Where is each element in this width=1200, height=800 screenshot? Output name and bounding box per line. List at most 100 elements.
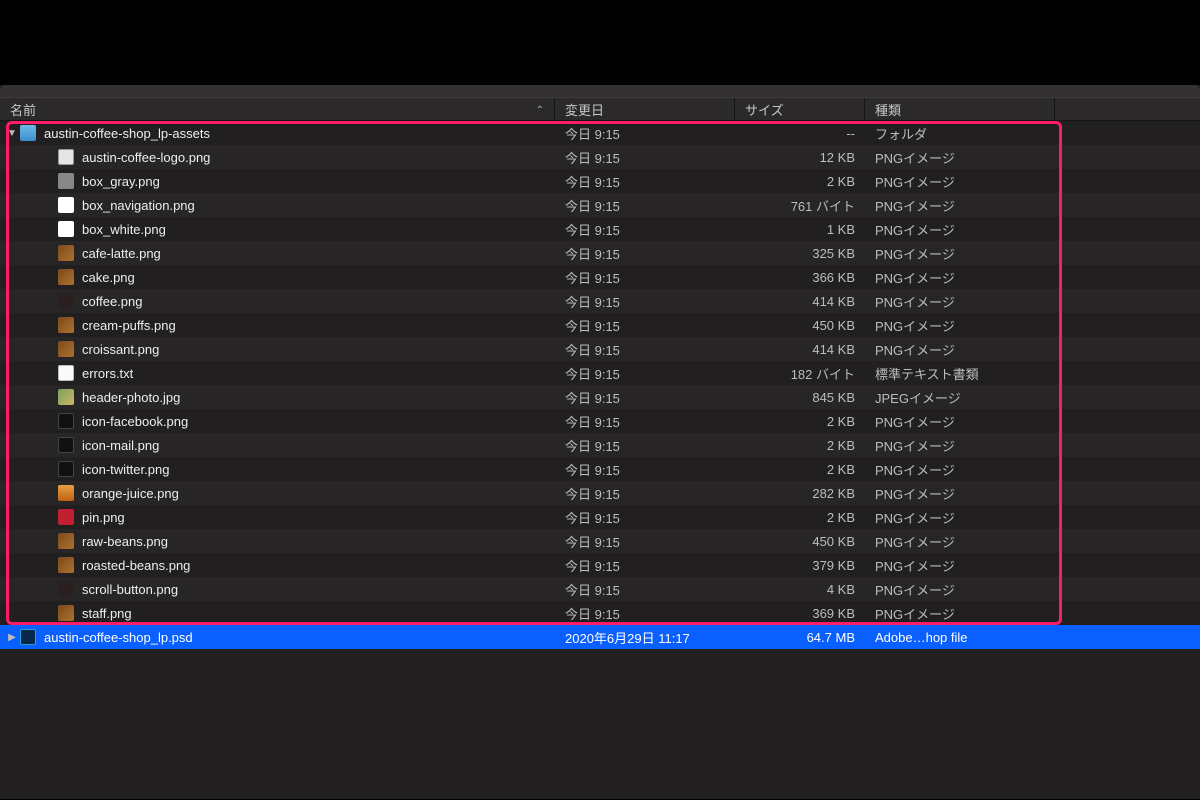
disclosure-closed-icon[interactable]: ▶ bbox=[6, 632, 18, 643]
file-date-cell: 今日 9:15 bbox=[555, 508, 735, 527]
file-date-cell: 今日 9:15 bbox=[555, 244, 735, 263]
column-header-size[interactable]: サイズ bbox=[735, 98, 865, 120]
file-size-cell: 366 KB bbox=[735, 270, 865, 285]
file-name-cell: cake.png bbox=[0, 269, 555, 285]
file-row[interactable]: coffee.png今日 9:15414 KBPNGイメージ bbox=[0, 289, 1200, 313]
file-size-cell: 450 KB bbox=[735, 534, 865, 549]
thumb-gray-icon bbox=[58, 173, 74, 189]
file-kind-cell: PNGイメージ bbox=[865, 484, 1055, 503]
thumb-brown-icon bbox=[58, 269, 74, 285]
file-kind-cell: PNGイメージ bbox=[865, 244, 1055, 263]
file-name-label: pin.png bbox=[82, 510, 125, 525]
file-row[interactable]: austin-coffee-logo.png今日 9:1512 KBPNGイメー… bbox=[0, 145, 1200, 169]
file-name-cell: errors.txt bbox=[0, 365, 555, 381]
file-row[interactable]: errors.txt今日 9:15182 バイト標準テキスト書類 bbox=[0, 361, 1200, 385]
file-kind-cell: PNGイメージ bbox=[865, 580, 1055, 599]
file-name-cell: pin.png bbox=[0, 509, 555, 525]
file-date-cell: 今日 9:15 bbox=[555, 412, 735, 431]
file-row[interactable]: scroll-button.png今日 9:154 KBPNGイメージ bbox=[0, 577, 1200, 601]
file-row[interactable]: icon-mail.png今日 9:152 KBPNGイメージ bbox=[0, 433, 1200, 457]
file-row[interactable]: orange-juice.png今日 9:15282 KBPNGイメージ bbox=[0, 481, 1200, 505]
file-row[interactable]: staff.png今日 9:15369 KBPNGイメージ bbox=[0, 601, 1200, 625]
finder-empty-area[interactable] bbox=[0, 649, 1200, 799]
file-row[interactable]: raw-beans.png 今日 9:15450 KBPNGイメージ bbox=[0, 529, 1200, 553]
file-row[interactable]: box_navigation.png今日 9:15761 バイトPNGイメージ bbox=[0, 193, 1200, 217]
file-name-label: cake.png bbox=[82, 270, 135, 285]
file-size-cell: 845 KB bbox=[735, 390, 865, 405]
file-name-cell: header-photo.jpg bbox=[0, 389, 555, 405]
file-row[interactable]: icon-twitter.png今日 9:152 KBPNGイメージ bbox=[0, 457, 1200, 481]
column-header-kind-label: 種類 bbox=[875, 100, 901, 119]
file-row[interactable]: cream-puffs.png今日 9:15450 KBPNGイメージ bbox=[0, 313, 1200, 337]
file-name-label: box_white.png bbox=[82, 222, 166, 237]
file-name-cell: box_white.png bbox=[0, 221, 555, 237]
file-name-cell: icon-twitter.png bbox=[0, 461, 555, 477]
thumb-dark-icon bbox=[58, 293, 74, 309]
file-date-cell: 今日 9:15 bbox=[555, 316, 735, 335]
file-row[interactable]: pin.png 今日 9:152 KBPNGイメージ bbox=[0, 505, 1200, 529]
file-row[interactable]: roasted-beans.png今日 9:15379 KBPNGイメージ bbox=[0, 553, 1200, 577]
column-header-name-label: 名前 bbox=[10, 100, 36, 119]
file-size-cell: 2 KB bbox=[735, 462, 865, 477]
file-row[interactable]: icon-facebook.png今日 9:152 KBPNGイメージ bbox=[0, 409, 1200, 433]
file-name-label: header-photo.jpg bbox=[82, 390, 180, 405]
file-row[interactable]: ▶austin-coffee-shop_lp.psd2020年6月29日 11:… bbox=[0, 625, 1200, 649]
disclosure-open-icon[interactable]: ▼ bbox=[6, 128, 18, 139]
file-name-cell: coffee.png bbox=[0, 293, 555, 309]
file-name-label: icon-twitter.png bbox=[82, 462, 169, 477]
file-kind-cell: PNGイメージ bbox=[865, 268, 1055, 287]
file-name-label: orange-juice.png bbox=[82, 486, 179, 501]
file-size-cell: 325 KB bbox=[735, 246, 865, 261]
file-name-cell: icon-mail.png bbox=[0, 437, 555, 453]
file-kind-cell: PNGイメージ bbox=[865, 532, 1055, 551]
column-header-row: 名前 ⌃ 変更日 サイズ 種類 bbox=[0, 97, 1200, 121]
file-name-label: croissant.png bbox=[82, 342, 159, 357]
column-header-name[interactable]: 名前 ⌃ bbox=[0, 98, 555, 120]
file-size-cell: 369 KB bbox=[735, 606, 865, 621]
file-name-label: austin-coffee-shop_lp-assets bbox=[44, 126, 210, 141]
file-date-cell: 今日 9:15 bbox=[555, 580, 735, 599]
file-kind-cell: PNGイメージ bbox=[865, 508, 1055, 527]
file-size-cell: 182 バイト bbox=[735, 364, 865, 383]
thumb-orange-icon bbox=[58, 485, 74, 501]
file-date-cell: 今日 9:15 bbox=[555, 340, 735, 359]
file-name-label: icon-facebook.png bbox=[82, 414, 188, 429]
file-name-cell: icon-facebook.png bbox=[0, 413, 555, 429]
file-size-cell: 2 KB bbox=[735, 510, 865, 525]
column-header-kind[interactable]: 種類 bbox=[865, 98, 1055, 120]
file-row[interactable]: box_white.png今日 9:151 KBPNGイメージ bbox=[0, 217, 1200, 241]
file-row[interactable]: ▼austin-coffee-shop_lp-assets今日 9:15--フォ… bbox=[0, 121, 1200, 145]
file-row[interactable]: croissant.png今日 9:15414 KBPNGイメージ bbox=[0, 337, 1200, 361]
file-size-cell: 761 バイト bbox=[735, 196, 865, 215]
file-name-cell: box_gray.png bbox=[0, 173, 555, 189]
file-kind-cell: PNGイメージ bbox=[865, 604, 1055, 623]
txt-icon bbox=[58, 365, 74, 381]
file-kind-cell: PNGイメージ bbox=[865, 556, 1055, 575]
thumb-black-icon bbox=[58, 461, 74, 477]
file-row[interactable]: cafe-latte.png今日 9:15325 KBPNGイメージ bbox=[0, 241, 1200, 265]
thumb-brown-icon bbox=[58, 557, 74, 573]
psd-icon bbox=[20, 629, 36, 645]
file-name-cell: ▼ austin-coffee-shop_lp-assets bbox=[0, 125, 555, 141]
window-titlebar[interactable] bbox=[0, 85, 1200, 97]
file-list: ▼austin-coffee-shop_lp-assets今日 9:15--フォ… bbox=[0, 121, 1200, 649]
file-row[interactable]: cake.png今日 9:15366 KBPNGイメージ bbox=[0, 265, 1200, 289]
file-date-cell: 今日 9:15 bbox=[555, 388, 735, 407]
file-name-label: raw-beans.png bbox=[82, 534, 168, 549]
file-size-cell: -- bbox=[735, 126, 865, 141]
file-name-label: cream-puffs.png bbox=[82, 318, 176, 333]
file-row[interactable]: header-photo.jpg今日 9:15845 KBJPEGイメージ bbox=[0, 385, 1200, 409]
column-header-date[interactable]: 変更日 bbox=[555, 98, 735, 120]
column-header-date-label: 変更日 bbox=[565, 100, 604, 119]
thumb-brown-icon bbox=[58, 317, 74, 333]
file-size-cell: 414 KB bbox=[735, 294, 865, 309]
file-date-cell: 今日 9:15 bbox=[555, 124, 735, 143]
file-date-cell: 今日 9:15 bbox=[555, 532, 735, 551]
file-row[interactable]: box_gray.png今日 9:152 KBPNGイメージ bbox=[0, 169, 1200, 193]
file-date-cell: 今日 9:15 bbox=[555, 460, 735, 479]
thumb-white-icon bbox=[58, 221, 74, 237]
thumb-brown-icon bbox=[58, 605, 74, 621]
thumb-white-icon bbox=[58, 197, 74, 213]
file-name-cell: orange-juice.png bbox=[0, 485, 555, 501]
file-kind-cell: PNGイメージ bbox=[865, 148, 1055, 167]
